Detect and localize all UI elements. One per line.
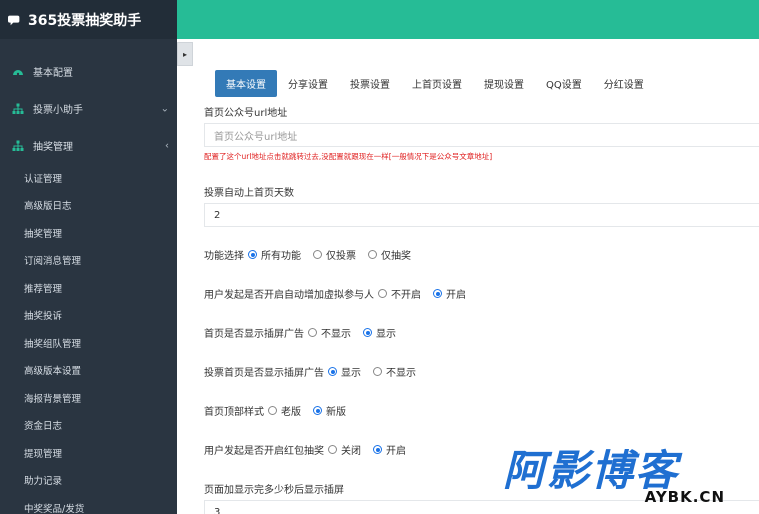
virtual-on-label: 开启 xyxy=(446,290,466,301)
sub-item-auth[interactable]: 认证管理 xyxy=(0,164,177,192)
sidebar-toggle-button[interactable]: ▸ xyxy=(177,42,193,66)
watermark-domain: AYBK.CN xyxy=(644,488,725,506)
chevron-down-icon: ⌄ xyxy=(160,103,169,114)
tab-homepage[interactable]: 上首页设置 xyxy=(401,70,473,97)
watermark-logo: 阿影博客 AYBK.CN xyxy=(503,450,743,508)
style-label: 首页顶部样式 xyxy=(204,407,264,418)
dashboard-icon xyxy=(13,69,23,75)
url-input[interactable]: 首页公众号url地址 xyxy=(204,123,759,147)
menu-item-basic-config[interactable]: 基本配置 xyxy=(0,53,177,90)
redpack-on-label: 开启 xyxy=(386,446,406,457)
function-lottery-radio[interactable] xyxy=(368,250,377,259)
sub-item-subscribe[interactable]: 订阅消息管理 xyxy=(0,247,177,275)
function-all-label: 所有功能 xyxy=(261,251,301,262)
virtual-off-radio[interactable] xyxy=(378,289,387,298)
function-select-row: 功能选择 所有功能 仅投票 仅抽奖 xyxy=(204,247,759,262)
tab-dividend[interactable]: 分红设置 xyxy=(593,70,655,97)
sitemap-icon xyxy=(12,103,24,114)
home-ad-label: 首页是否显示插屏广告 xyxy=(204,329,304,340)
home-ad-show-label: 显示 xyxy=(376,329,396,340)
vote-ad-show-label: 显示 xyxy=(341,368,361,379)
menu-item-lottery-manage[interactable]: 抽奖管理 ‹ xyxy=(0,127,177,164)
home-ad-hide-radio[interactable] xyxy=(308,328,317,337)
style-new-label: 新版 xyxy=(326,407,346,418)
virtual-on-radio[interactable] xyxy=(433,289,442,298)
sub-item-funds-log[interactable]: 资金日志 xyxy=(0,412,177,440)
sub-item-assist[interactable]: 助力记录 xyxy=(0,467,177,495)
days-label: 投票自动上首页天数 xyxy=(204,188,294,199)
home-ad-row: 首页是否显示插屏广告 不显示 显示 xyxy=(204,325,759,340)
vote-ad-hide-label: 不显示 xyxy=(386,368,416,379)
virtual-off-label: 不开启 xyxy=(391,290,421,301)
sub-item-lottery[interactable]: 抽奖管理 xyxy=(0,219,177,247)
redpack-off-radio[interactable] xyxy=(328,445,337,454)
comments-icon xyxy=(8,15,20,25)
home-ad-show-radio[interactable] xyxy=(363,328,372,337)
brand[interactable]: 365投票抽奖助手 xyxy=(0,0,177,39)
sidebar: 365投票抽奖助手 基本配置 投票小助手 ⌄ 抽奖管理 ‹ 认证管理 高级版日志… xyxy=(0,0,177,514)
tab-withdraw[interactable]: 提现设置 xyxy=(473,70,535,97)
tab-vote[interactable]: 投票设置 xyxy=(339,70,401,97)
style-old-radio[interactable] xyxy=(268,406,277,415)
settings-tabs: 基本设置 分享设置 投票设置 上首页设置 提现设置 QQ设置 分红设置 xyxy=(215,70,655,97)
function-vote-label: 仅投票 xyxy=(326,251,356,262)
days-input[interactable]: 2 xyxy=(204,203,759,227)
virtual-row: 用户发起是否开启自动增加虚拟参与人 不开启 开启 xyxy=(204,286,759,301)
top-bar xyxy=(177,0,759,39)
sub-item-team[interactable]: 抽奖组队管理 xyxy=(0,329,177,357)
chevron-left-icon: ‹ xyxy=(165,140,169,151)
function-vote-radio[interactable] xyxy=(313,250,322,259)
sub-item-prize[interactable]: 中奖奖品/发货 xyxy=(0,494,177,514)
url-hint: 配置了这个url地址点击就跳转过去,没配置就跟现在一样[一般情况下是公众号文章地… xyxy=(204,152,493,161)
sub-item-recommend[interactable]: 推荐管理 xyxy=(0,274,177,302)
caret-right-icon: ▸ xyxy=(182,49,187,59)
sub-item-poster[interactable]: 海报背景管理 xyxy=(0,384,177,412)
menu-item-label: 投票小助手 xyxy=(33,105,83,116)
virtual-label: 用户发起是否开启自动增加虚拟参与人 xyxy=(204,290,374,301)
url-label: 首页公众号url地址 xyxy=(204,108,288,119)
sub-item-advanced-log[interactable]: 高级版日志 xyxy=(0,192,177,220)
watermark-text: 阿影博客 xyxy=(503,446,680,495)
menu-item-label: 基本配置 xyxy=(33,68,73,79)
redpack-off-label: 关闭 xyxy=(341,446,361,457)
tab-qq[interactable]: QQ设置 xyxy=(535,70,593,97)
menu-item-vote-helper[interactable]: 投票小助手 ⌄ xyxy=(0,90,177,127)
style-old-label: 老版 xyxy=(281,407,301,418)
brand-title: 365投票抽奖助手 xyxy=(28,12,142,29)
redpack-on-radio[interactable] xyxy=(373,445,382,454)
function-all-radio[interactable] xyxy=(248,250,257,259)
vote-ad-label: 投票首页是否显示插屏广告 xyxy=(204,368,324,379)
vote-ad-hide-radio[interactable] xyxy=(373,367,382,376)
function-lottery-label: 仅抽奖 xyxy=(381,251,411,262)
style-row: 首页顶部样式 老版 新版 xyxy=(204,403,759,418)
menu-item-label: 抽奖管理 xyxy=(33,142,73,153)
submenu: 认证管理 高级版日志 抽奖管理 订阅消息管理 推荐管理 抽奖投诉 抽奖组队管理 … xyxy=(0,164,177,514)
tab-share[interactable]: 分享设置 xyxy=(277,70,339,97)
vote-ad-row: 投票首页是否显示插屏广告 显示 不显示 xyxy=(204,364,759,379)
sub-item-withdraw[interactable]: 提现管理 xyxy=(0,439,177,467)
style-new-radio[interactable] xyxy=(313,406,322,415)
vote-ad-show-radio[interactable] xyxy=(328,367,337,376)
tab-basic[interactable]: 基本设置 xyxy=(215,70,277,97)
sitemap-icon xyxy=(12,140,24,151)
sub-item-complaint[interactable]: 抽奖投诉 xyxy=(0,302,177,330)
sub-item-advanced-settings[interactable]: 高级版本设置 xyxy=(0,357,177,385)
function-label: 功能选择 xyxy=(204,251,244,262)
redpack-label: 用户发起是否开启红包抽奖 xyxy=(204,446,324,457)
home-ad-hide-label: 不显示 xyxy=(321,329,351,340)
